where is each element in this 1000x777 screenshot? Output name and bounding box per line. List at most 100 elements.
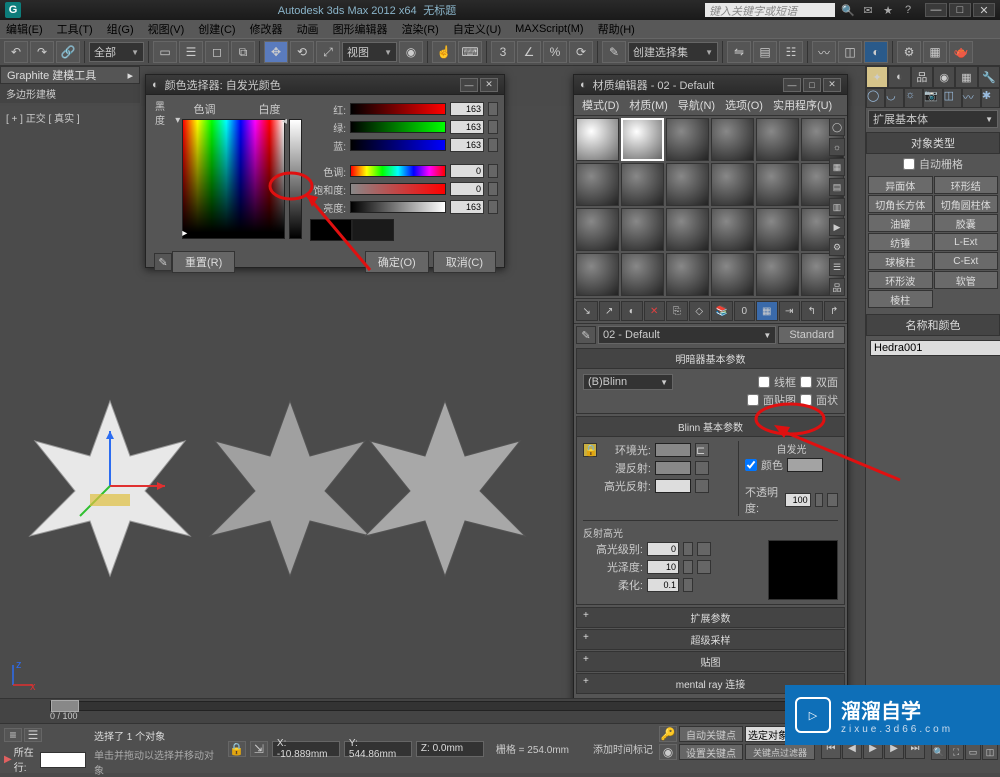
glossiness-map-button[interactable]: [697, 560, 711, 574]
zoom-all-icon[interactable]: ⛶: [948, 744, 964, 760]
key-icon[interactable]: 🔑: [659, 726, 677, 742]
roll-supersampling[interactable]: 超级采样: [576, 629, 845, 650]
cancel-button[interactable]: 取消(C): [433, 251, 496, 273]
btn-spindle[interactable]: 纺锤: [868, 233, 933, 251]
select-by-mat-icon[interactable]: ☰: [829, 258, 845, 276]
lock-ambient-icon[interactable]: 🔒: [583, 443, 597, 457]
menu-modifiers[interactable]: 修改器: [250, 21, 283, 37]
mat-slot-selected[interactable]: [621, 118, 664, 161]
script-input[interactable]: [40, 752, 86, 768]
script-log-icon[interactable]: ☰: [24, 728, 42, 742]
help-search[interactable]: 键入关键字或短语: [705, 3, 835, 17]
keyboard-button[interactable]: ⌨: [458, 41, 482, 63]
sub-space[interactable]: 〰: [962, 88, 981, 108]
keyfilter-button[interactable]: 关键点过滤器: [745, 744, 815, 760]
setkey-icon[interactable]: ◉: [659, 744, 677, 760]
redo-button[interactable]: ↷: [30, 41, 54, 63]
green-spinner[interactable]: 163: [450, 120, 484, 134]
twoside-checkbox[interactable]: [800, 376, 812, 388]
percent-snap-button[interactable]: %: [543, 41, 567, 63]
max-toggle-icon[interactable]: ◫: [982, 744, 998, 760]
go-forward-icon[interactable]: ↱: [824, 301, 846, 321]
diffuse-map-button[interactable]: [695, 461, 709, 475]
render-button[interactable]: 🫖: [949, 41, 973, 63]
shader-rollout-header[interactable]: 明暗器基本参数: [577, 349, 844, 369]
make-unique-icon[interactable]: ◇: [689, 301, 711, 321]
video-check-icon[interactable]: ▥: [829, 198, 845, 216]
wire-checkbox[interactable]: [758, 376, 770, 388]
btn-torusknot[interactable]: 环形结: [934, 176, 999, 194]
red-slider[interactable]: [350, 103, 446, 115]
btn-capsule[interactable]: 胶囊: [934, 214, 999, 232]
autokey-button[interactable]: 自动关键点: [679, 726, 743, 742]
layers-button[interactable]: ☷: [779, 41, 803, 63]
menu-views[interactable]: 视图(V): [148, 21, 185, 37]
btn-ringwave[interactable]: 环形波: [868, 271, 933, 289]
mat-slot[interactable]: [711, 253, 754, 296]
setkey-button[interactable]: 设置关键点: [679, 744, 743, 760]
mat-slot[interactable]: [576, 208, 619, 251]
curve-editor-button[interactable]: 〰: [812, 41, 836, 63]
btn-hose[interactable]: 软管: [934, 271, 999, 289]
mat-slot[interactable]: [756, 118, 799, 161]
tab-hierarchy[interactable]: 品: [911, 66, 933, 88]
zoom-icon[interactable]: 🔍: [931, 744, 947, 760]
speclevel-spinner[interactable]: 0: [647, 542, 679, 556]
mat-menu-opt[interactable]: 选项(O): [725, 97, 763, 113]
menu-animation[interactable]: 动画: [297, 21, 319, 37]
hue-slider[interactable]: [350, 165, 446, 177]
specular-map-button[interactable]: [695, 479, 709, 493]
lock-ad-icon[interactable]: ⊏: [695, 443, 709, 457]
object-type-header[interactable]: 对象类型: [866, 132, 1000, 154]
btn-lext[interactable]: L-Ext: [934, 233, 999, 251]
specular-swatch[interactable]: [655, 479, 691, 493]
mat-menu-nav[interactable]: 导航(N): [678, 97, 715, 113]
sub-systems[interactable]: ✱: [981, 88, 1000, 108]
mat-slot[interactable]: [621, 208, 664, 251]
maximize-button[interactable]: □: [949, 3, 971, 17]
edit-selset-button[interactable]: ✎: [602, 41, 626, 63]
sat-spinner[interactable]: 0: [450, 182, 484, 196]
roll-extended[interactable]: 扩展参数: [576, 607, 845, 628]
selection-mode-dropdown[interactable]: 全部: [89, 42, 144, 62]
mat-slot[interactable]: [576, 118, 619, 161]
backlight-icon[interactable]: ☼: [829, 138, 845, 156]
tab-display[interactable]: ▦: [955, 66, 977, 88]
minimize-button[interactable]: —: [925, 3, 947, 17]
put-to-scene-icon[interactable]: ↗: [599, 301, 621, 321]
whiteness-slider[interactable]: ◂: [289, 119, 302, 239]
mat-slot[interactable]: [576, 253, 619, 296]
mat-slot[interactable]: [621, 253, 664, 296]
sub-geometry[interactable]: ◯: [866, 88, 885, 108]
mat-slot[interactable]: [756, 208, 799, 251]
val-slider[interactable]: [350, 201, 446, 213]
fov-icon[interactable]: ▭: [965, 744, 981, 760]
window-cross-button[interactable]: ⧉: [231, 41, 255, 63]
green-slider[interactable]: [350, 121, 446, 133]
color-dlg-min[interactable]: —: [460, 78, 478, 92]
mat-slot[interactable]: [711, 163, 754, 206]
menu-create[interactable]: 创建(C): [198, 21, 235, 37]
btn-gengon[interactable]: 球棱柱: [868, 252, 933, 270]
select-name-button[interactable]: ☰: [179, 41, 203, 63]
btn-cext[interactable]: C-Ext: [934, 252, 999, 270]
angle-snap-button[interactable]: ∠: [517, 41, 541, 63]
transform-mode-icon[interactable]: ⇲: [250, 741, 268, 757]
mat-slot[interactable]: [666, 163, 709, 206]
mat-slot[interactable]: [756, 163, 799, 206]
mat-slot[interactable]: [621, 163, 664, 206]
facemap-checkbox[interactable]: [747, 394, 759, 406]
named-selset-dropdown[interactable]: 创建选择集: [628, 42, 718, 62]
schematic-button[interactable]: ◫: [838, 41, 862, 63]
reset-button[interactable]: 重置(R): [172, 251, 235, 273]
favorites-icon[interactable]: ★: [881, 3, 895, 17]
mat-slot[interactable]: [711, 208, 754, 251]
sub-helpers[interactable]: ◫: [943, 88, 962, 108]
opacity-spinner[interactable]: 100: [785, 493, 811, 507]
mat-slot[interactable]: [666, 208, 709, 251]
val-spinner[interactable]: 163: [450, 200, 484, 214]
sub-cameras[interactable]: 📷: [923, 88, 942, 108]
mat-dlg-max[interactable]: □: [803, 78, 821, 92]
mat-dlg-close[interactable]: ✕: [823, 78, 841, 92]
scale-button[interactable]: ⤢: [316, 41, 340, 63]
